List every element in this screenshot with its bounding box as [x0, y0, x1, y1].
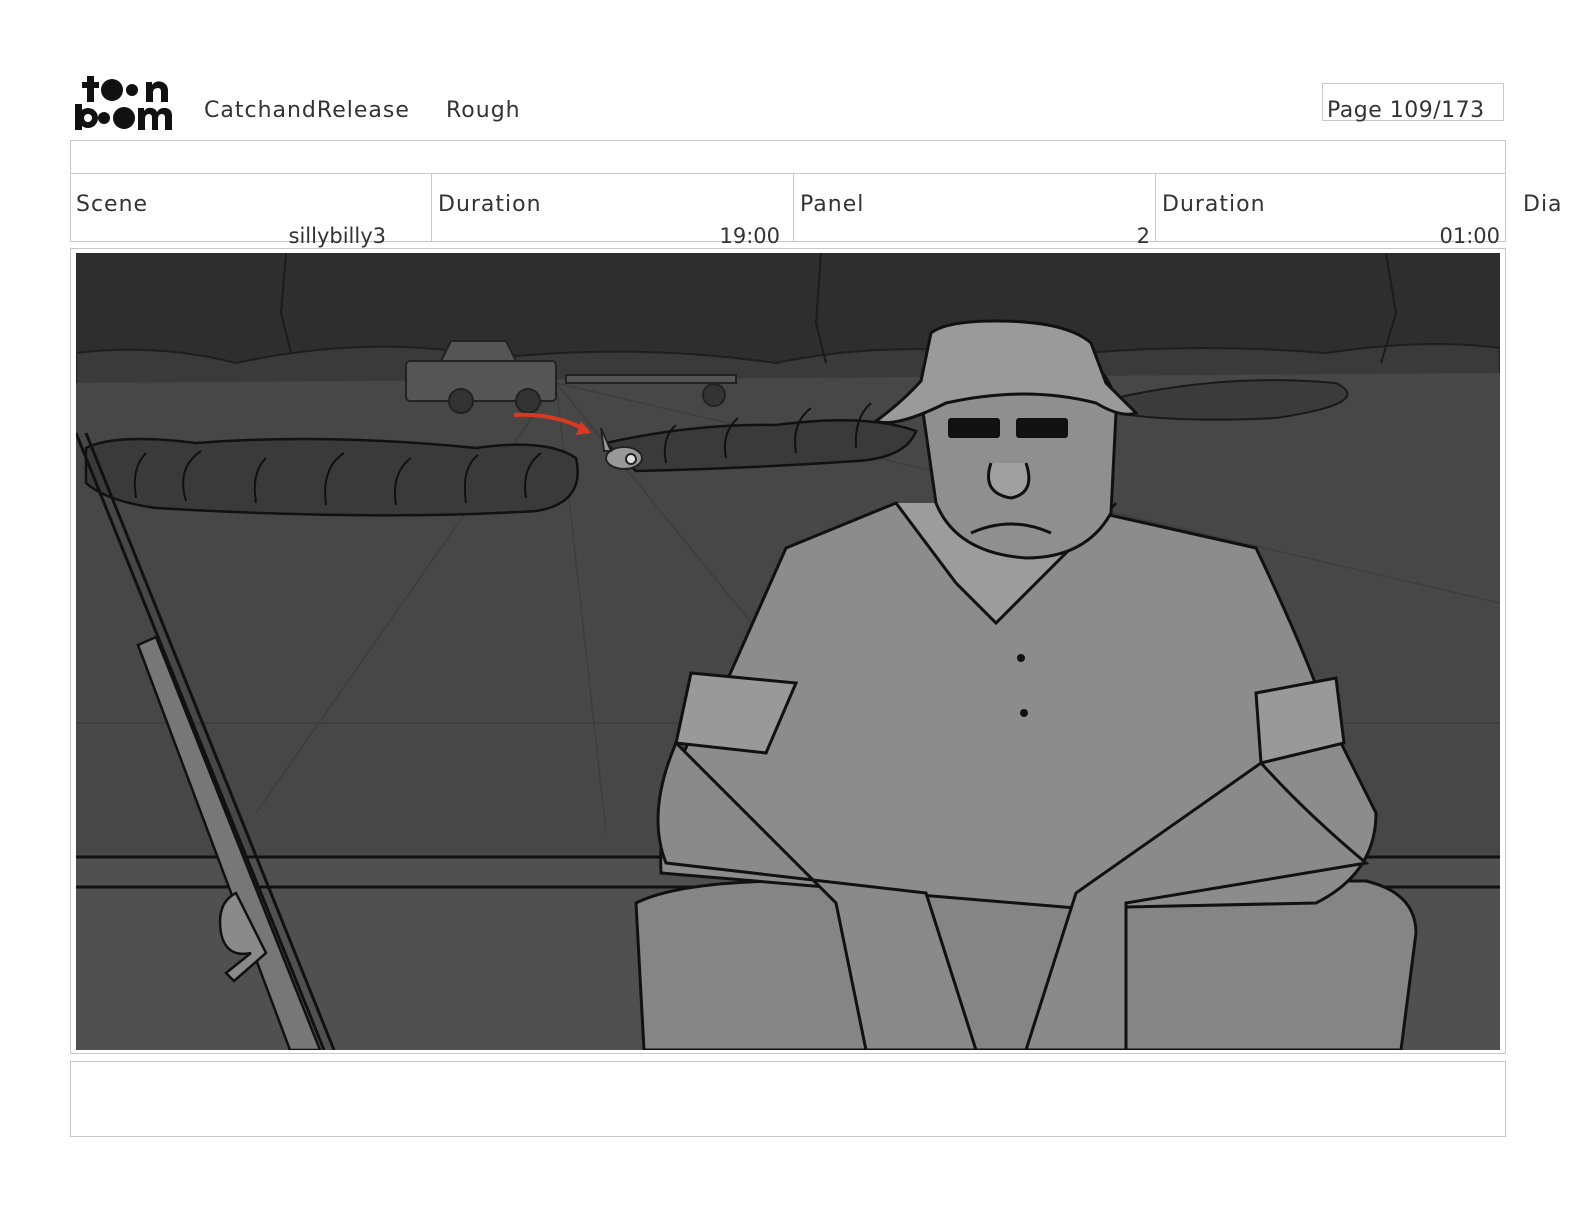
scene-label: Scene: [76, 192, 149, 217]
title-row: [70, 140, 1506, 174]
scene-duration-label: Duration: [438, 192, 542, 217]
notes-box: [70, 1061, 1506, 1137]
panel-value: 2: [1136, 224, 1150, 248]
scene-value: sillybilly3: [288, 224, 387, 248]
panel-label: Panel: [800, 192, 865, 217]
toonboom-logo: [74, 72, 182, 132]
page-number: Page 109/173: [1327, 98, 1485, 123]
project-name: CatchandRelease: [204, 98, 410, 123]
dialog-label: Dia: [1523, 192, 1563, 217]
storyboard-panel-image: [74, 252, 1501, 1052]
panel-duration-value: 01:00: [1439, 224, 1500, 248]
scene-duration-value: 19:00: [719, 224, 780, 248]
stage-label: Rough: [446, 98, 521, 123]
panel-duration-label: Duration: [1162, 192, 1266, 217]
